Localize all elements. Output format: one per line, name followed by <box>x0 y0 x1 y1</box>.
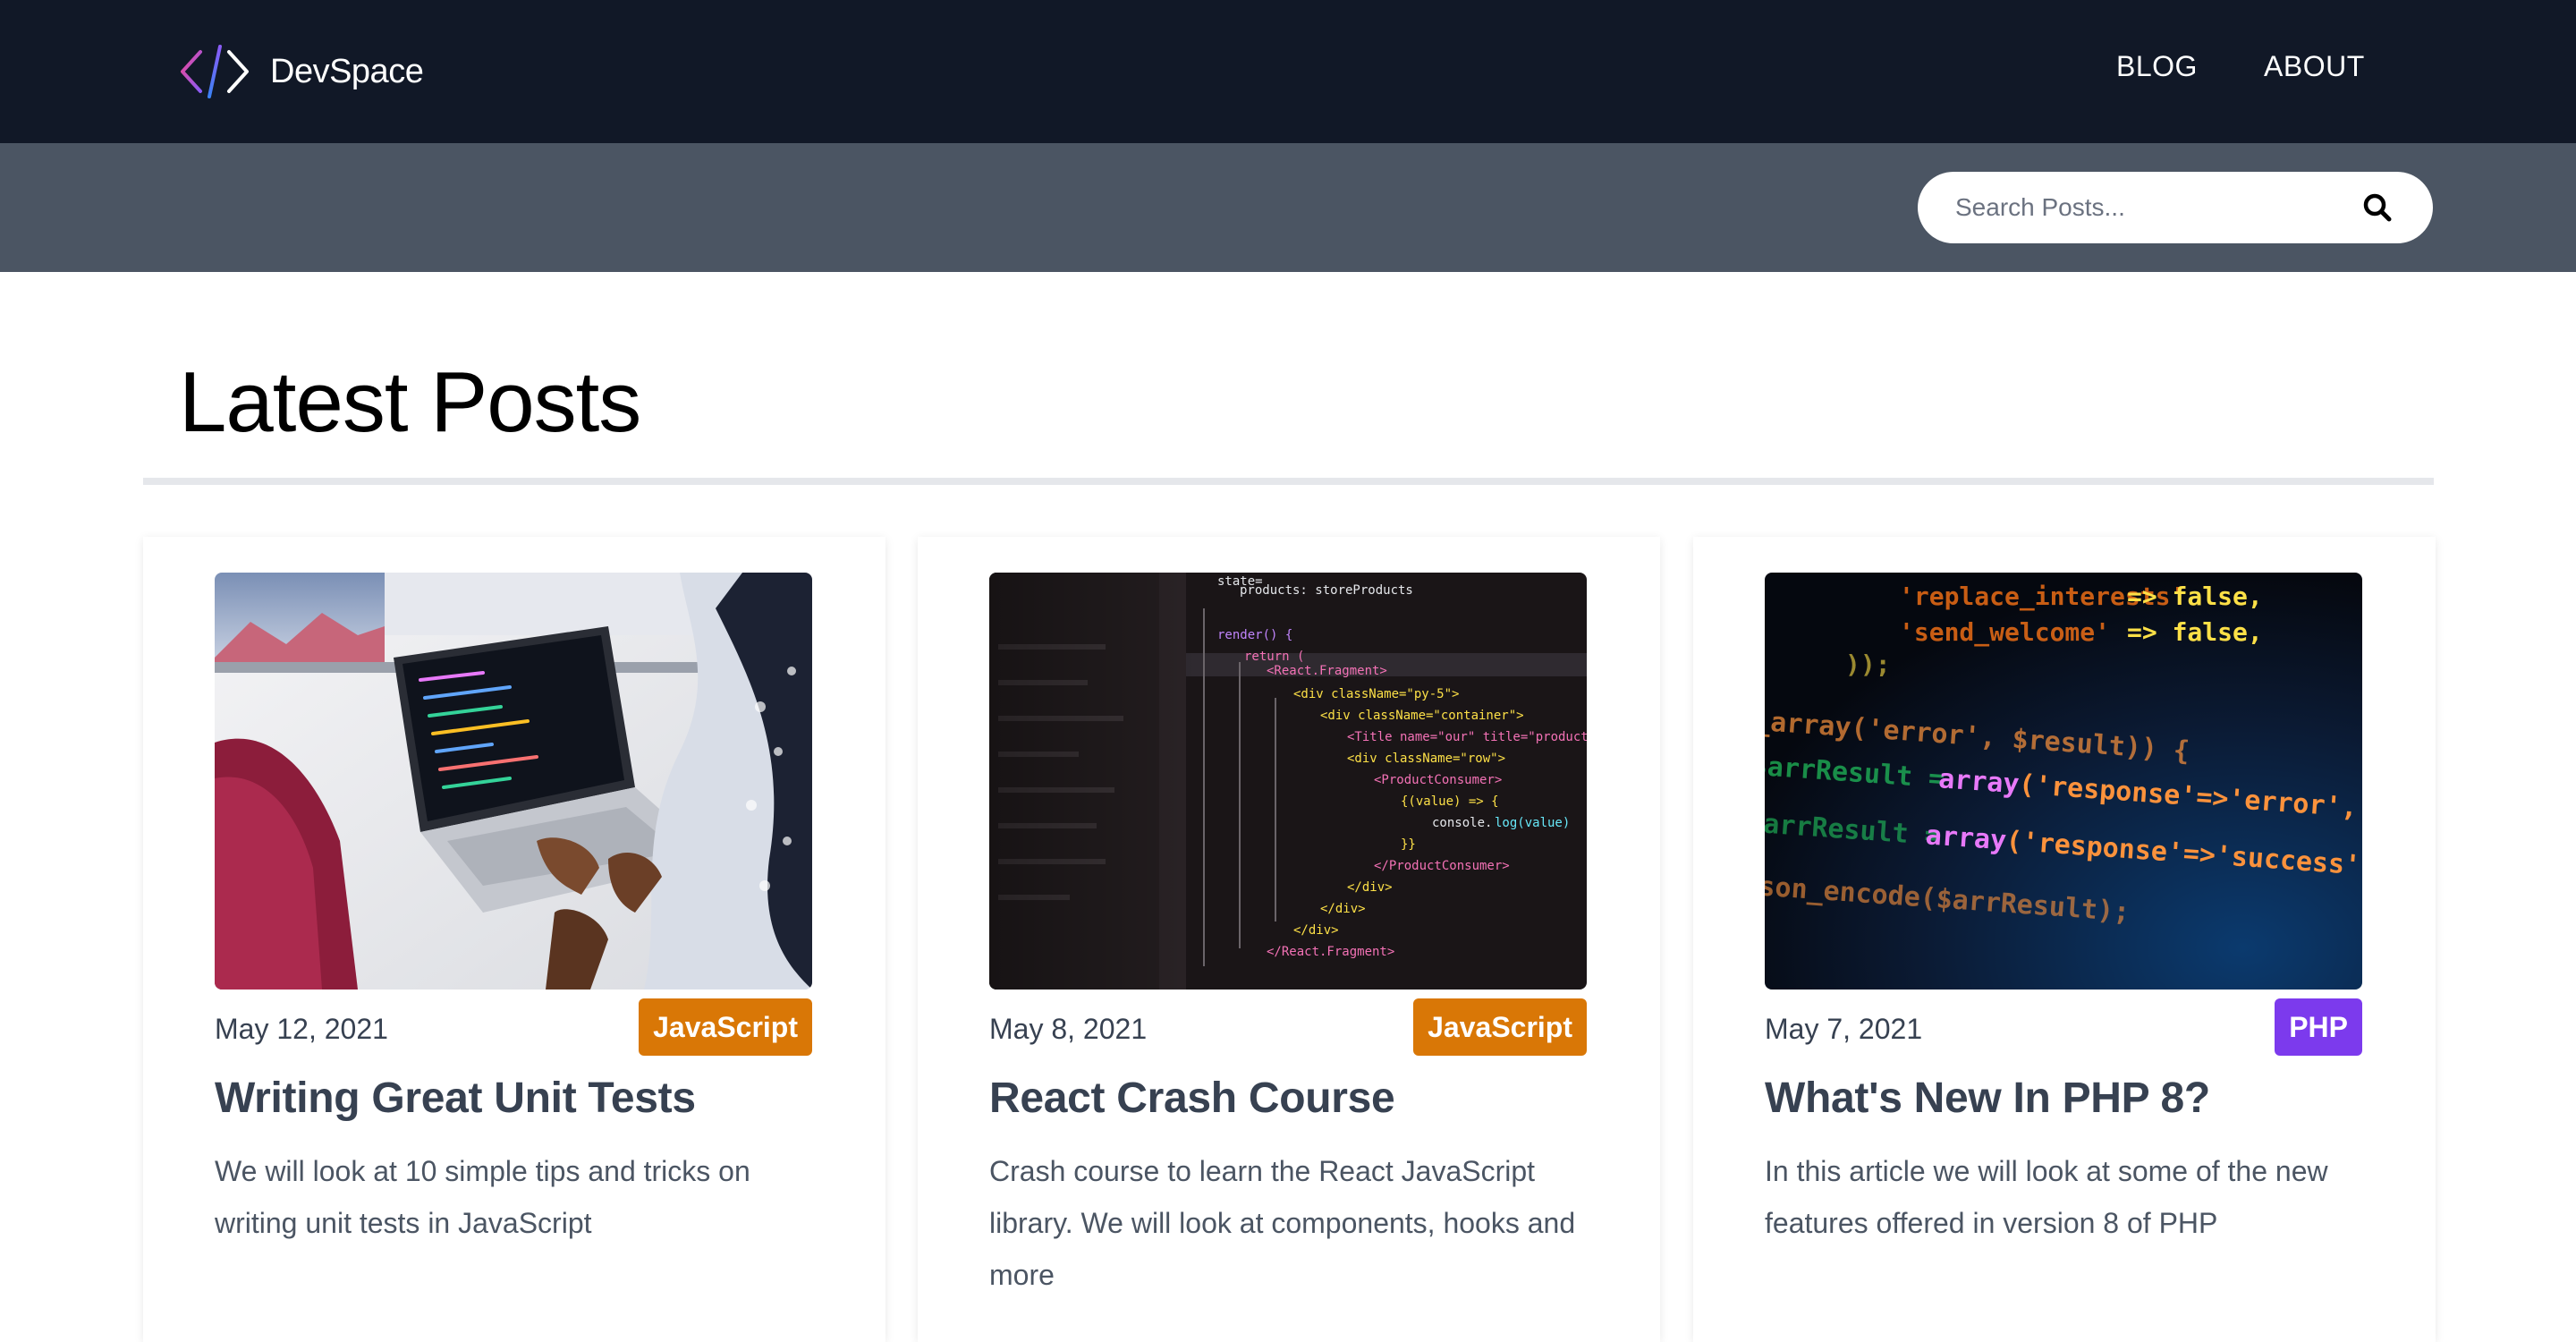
brand-name: DevSpace <box>270 52 424 90</box>
post-date: May 8, 2021 <box>989 1013 1148 1045</box>
svg-text:=> false,: => false, <box>2127 582 2263 611</box>
posts-grid: May 12, 2021 JavaScript Writing Great Un… <box>143 537 2436 1342</box>
svg-text:'send_welcome': 'send_welcome' <box>1899 617 2110 647</box>
search-button[interactable] <box>2361 190 2397 225</box>
post-image-link[interactable]: state= products: storeProducts render() … <box>989 573 1587 990</box>
nav-link-about[interactable]: ABOUT <box>2264 50 2365 83</box>
search-form <box>1918 172 2433 243</box>
react-code-screen-photo: state= products: storeProducts render() … <box>989 573 1587 990</box>
post-title[interactable]: Writing Great Unit Tests <box>215 1070 696 1127</box>
post-title[interactable]: What's New In PHP 8? <box>1765 1070 2210 1127</box>
svg-text:));: )); <box>1845 650 1891 679</box>
category-badge[interactable]: JavaScript <box>1413 998 1587 1056</box>
svg-text:=> false,: => false, <box>2127 617 2263 647</box>
navbar: DevSpace BLOG ABOUT <box>0 0 2576 143</box>
post-excerpt: Crash course to learn the React JavaScri… <box>989 1155 1576 1291</box>
code-logo-icon <box>181 45 249 98</box>
title-divider <box>143 478 2434 485</box>
post-image-link[interactable]: 'replace_interests' => false, 'send_welc… <box>1765 573 2362 990</box>
php-code-screen-photo: 'replace_interests' => false, 'send_welc… <box>1765 573 2362 990</box>
nav-link-blog[interactable]: BLOG <box>2116 50 2198 83</box>
svg-text:array: array <box>1937 763 2021 800</box>
post-excerpt: In this article we will look at some of … <box>1765 1155 2328 1239</box>
post-excerpt: We will look at 10 simple tips and trick… <box>215 1155 750 1239</box>
post-card: state= products: storeProducts render() … <box>918 537 1660 1342</box>
page-title: Latest Posts <box>179 354 641 450</box>
post-date: May 7, 2021 <box>1765 1013 1923 1045</box>
brand-link[interactable]: DevSpace <box>179 43 424 100</box>
post-image-link[interactable] <box>215 573 812 990</box>
post-card: 'replace_interests' => false, 'send_welc… <box>1693 537 2436 1342</box>
category-badge[interactable]: PHP <box>2275 998 2362 1056</box>
search-icon <box>2363 193 2392 222</box>
category-badge[interactable]: JavaScript <box>639 998 812 1056</box>
search-bar <box>0 143 2576 272</box>
post-title[interactable]: React Crash Course <box>989 1070 1395 1127</box>
search-input[interactable] <box>1953 172 2347 243</box>
post-date: May 12, 2021 <box>215 1013 388 1045</box>
laptop-coding-photo <box>215 573 812 990</box>
svg-text:array: array <box>1925 820 2008 856</box>
post-card: May 12, 2021 JavaScript Writing Great Un… <box>143 537 886 1342</box>
